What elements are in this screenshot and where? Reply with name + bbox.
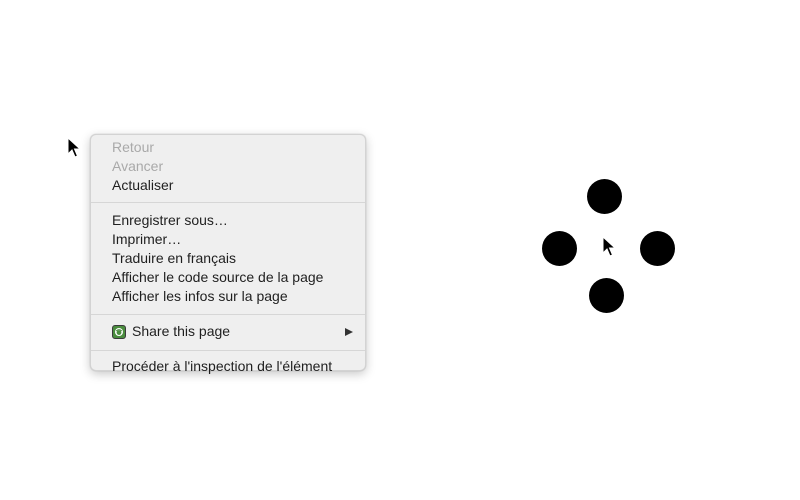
menu-separator <box>91 202 365 203</box>
menu-item-back[interactable]: Retour <box>91 138 365 157</box>
share-extension-icon <box>112 324 126 339</box>
black-dot-left <box>542 231 577 266</box>
share-page-label: Share this page <box>132 323 231 339</box>
black-dot-right <box>640 231 675 266</box>
menu-separator <box>91 350 365 351</box>
menu-item-reload[interactable]: Actualiser <box>91 176 365 195</box>
mouse-cursor-icon <box>67 137 81 159</box>
menu-item-save-as[interactable]: Enregistrer sous… <box>91 211 365 230</box>
menu-item-print[interactable]: Imprimer… <box>91 230 365 249</box>
menu-separator <box>91 314 365 315</box>
black-dot-bottom <box>589 278 624 313</box>
menu-item-page-info[interactable]: Afficher les infos sur la page <box>91 287 365 306</box>
menu-item-share-page[interactable]: Share this page <box>91 321 365 342</box>
menu-item-inspect-element[interactable]: Procéder à l'inspection de l'élément <box>91 357 365 376</box>
context-menu: Retour Avancer Actualiser Enregistrer so… <box>90 134 366 374</box>
menu-item-forward[interactable]: Avancer <box>91 157 365 176</box>
black-dot-top <box>587 179 622 214</box>
mouse-cursor-icon <box>602 236 616 258</box>
menu-item-view-source[interactable]: Afficher le code source de la page <box>91 268 365 287</box>
submenu-arrow-icon <box>345 327 353 336</box>
menu-item-translate[interactable]: Traduire en français <box>91 249 365 268</box>
